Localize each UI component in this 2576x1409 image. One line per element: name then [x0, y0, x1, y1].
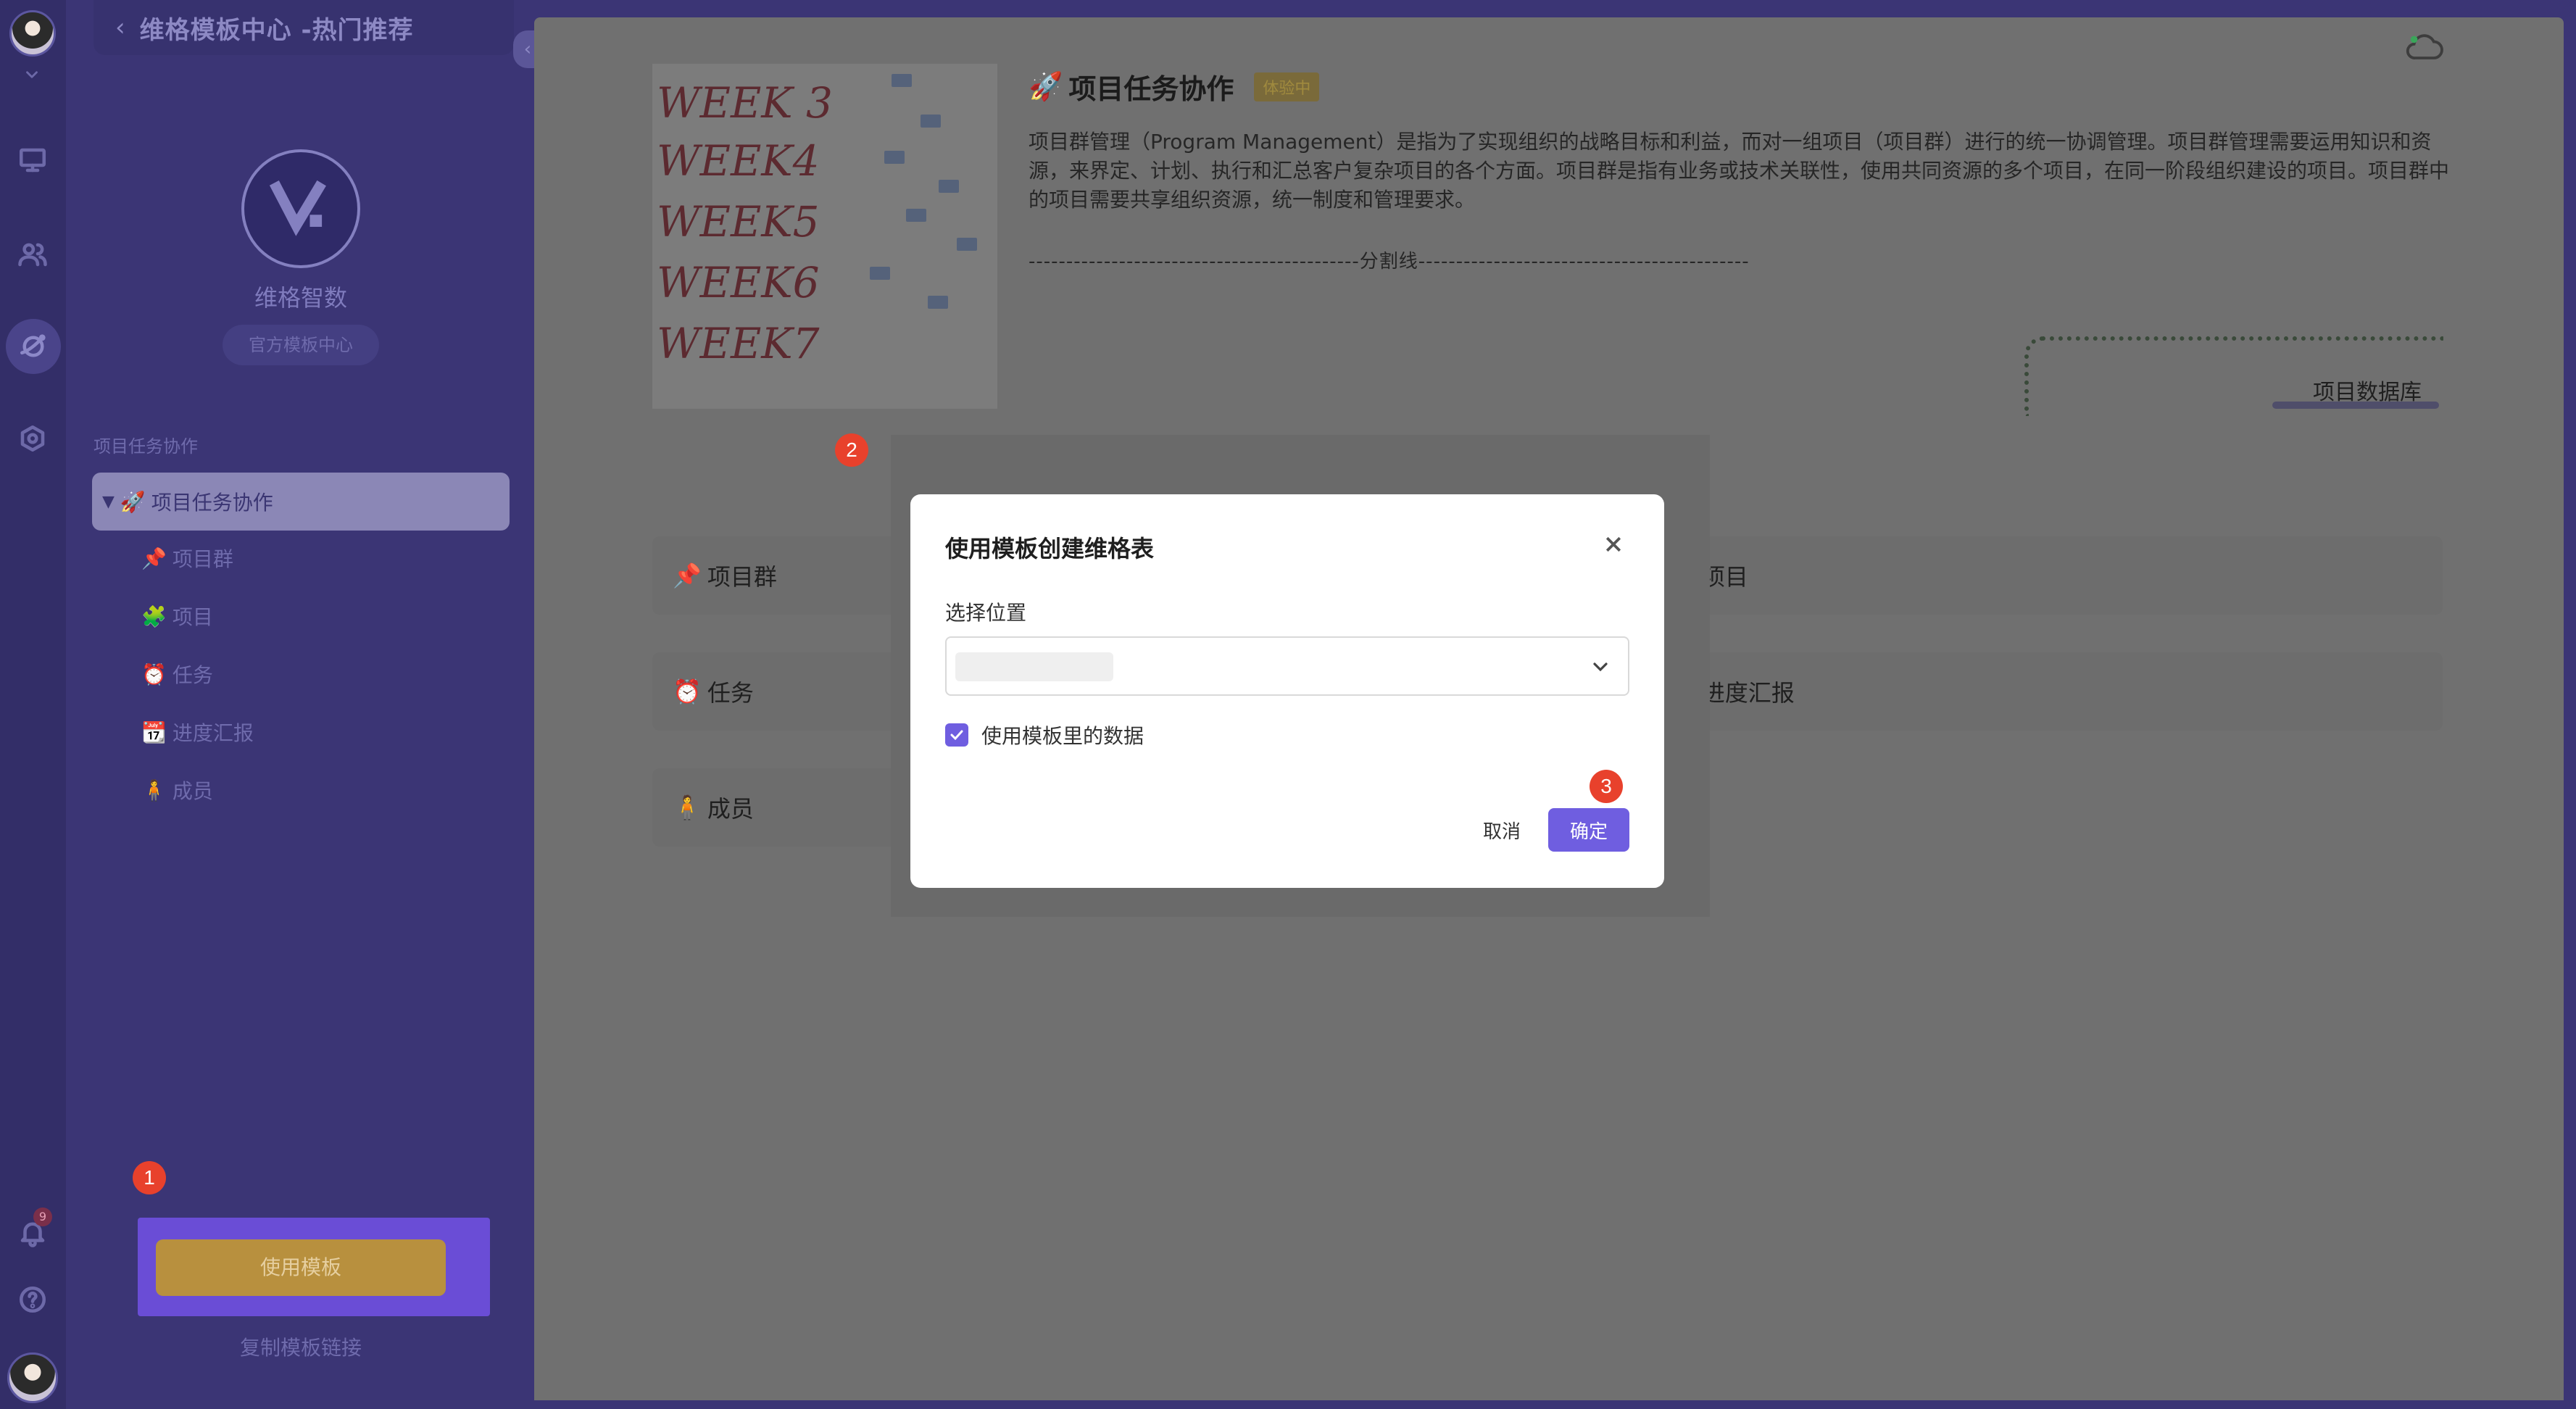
close-dialog-button[interactable] — [1599, 531, 1628, 560]
location-value-blurred — [955, 652, 1113, 681]
brand-tag: 官方模板中心 — [223, 325, 379, 365]
sidebar-section-label: 项目任务协作 — [94, 436, 198, 457]
tree-root-item[interactable]: ▼ 🚀 项目任务协作 — [92, 473, 510, 531]
table-card-label: 项目群 — [707, 563, 777, 591]
tree-item-label: 进度汇报 — [172, 721, 254, 745]
use-data-label: 使用模板里的数据 — [981, 724, 1144, 748]
tree-item-label: 项目群 — [172, 547, 233, 571]
table-card-project[interactable]: 🧩 项目 — [1631, 536, 2443, 615]
table-card-progress-report[interactable]: 📆 进度汇报 — [1631, 652, 2443, 731]
project-icon: 🧩 — [141, 604, 167, 628]
template-title: 🚀 项目任务协作 体验中 — [1029, 67, 1320, 107]
sidebar-header: ‹ 维格模板中心 -热门推荐 — [94, 0, 514, 55]
cover-text: WEEK6 — [657, 258, 820, 307]
status-badge: 体验中 — [1254, 72, 1320, 101]
checkbox-checked[interactable] — [945, 723, 968, 747]
person-icon: 🧍 — [141, 778, 167, 802]
tree-item-label: 任务 — [172, 663, 213, 687]
tree-item-project-group[interactable]: 📌 项目群 — [141, 536, 233, 580]
cloud-sync-icon[interactable] — [2401, 23, 2448, 70]
monitor-icon[interactable] — [14, 142, 51, 178]
cover-text: WEEK4 — [657, 136, 820, 186]
calendar-icon: 📆 — [141, 720, 167, 744]
template-description: 项目群管理（Program Management）是指为了实现组织的战略目标和利… — [1029, 130, 2450, 212]
brand-name: 维格智数 — [254, 284, 347, 312]
create-sheet-dialog: 使用模板创建维格表 选择位置 使用模板里的数据 取消 确定 — [910, 494, 1664, 888]
template-cover-image: WEEK 3 WEEK4 WEEK5 WEEK6 WEEK7 — [652, 64, 997, 409]
table-card-label: 进度汇报 — [1701, 679, 1795, 707]
close-icon — [1605, 536, 1621, 552]
table-card-label: 成员 — [707, 795, 754, 823]
tree-item-progress-report[interactable]: 📆 进度汇报 — [141, 710, 254, 754]
workspace-avatar[interactable] — [9, 10, 56, 57]
chevron-down-icon — [1593, 662, 1608, 672]
step-marker-2: 2 — [835, 433, 868, 467]
cover-text: WEEK7 — [657, 319, 820, 368]
user-avatar[interactable] — [7, 1352, 58, 1403]
caret-down-icon[interactable]: ▼ — [102, 493, 115, 511]
tree-item-label: 成员 — [172, 779, 213, 803]
template-title-text: 项目任务协作 — [1068, 73, 1234, 105]
rocket-icon: 🚀 — [1029, 70, 1063, 102]
database-tab-underline — [2272, 402, 2439, 409]
cover-text: WEEK5 — [657, 197, 820, 246]
template-center-icon[interactable] — [6, 319, 61, 374]
sidebar-title: 维格模板中心 -热门推荐 — [139, 15, 414, 45]
tree-item-task[interactable]: ⏰ 任务 — [141, 652, 213, 696]
rocket-icon: 🚀 — [120, 489, 146, 514]
tree-item-project[interactable]: 🧩 项目 — [141, 594, 213, 638]
pushpin-icon: 📌 — [141, 546, 167, 570]
table-card-label: 任务 — [707, 679, 754, 707]
alarm-clock-icon: ⏰ — [141, 662, 167, 686]
cover-text: WEEK 3 — [657, 78, 833, 128]
template-sidebar: ‹ 维格模板中心 -热门推荐 ‹ 维格智数 官方模板中心 项目任务协作 ▼ 🚀 … — [66, 0, 542, 1409]
step-marker-3: 3 — [1590, 770, 1623, 803]
check-icon — [950, 730, 963, 741]
dialog-title: 使用模板创建维格表 — [945, 535, 1155, 562]
divider-text: ----------------------------------------… — [1029, 251, 1750, 273]
members-icon[interactable] — [14, 236, 51, 273]
use-template-button[interactable]: 使用模板 — [156, 1239, 446, 1296]
location-label: 选择位置 — [945, 601, 1027, 625]
vika-logo-icon — [269, 180, 326, 236]
tree-root-label: 项目任务协作 — [151, 491, 273, 515]
icon-rail: 9 — [0, 0, 66, 1409]
notification-badge: 9 — [33, 1208, 52, 1226]
copy-template-link[interactable]: 复制模板链接 — [66, 1332, 536, 1361]
chevron-down-icon[interactable] — [19, 64, 45, 86]
settings-icon[interactable] — [14, 420, 51, 457]
location-select[interactable] — [945, 636, 1629, 696]
step-marker-1: 1 — [133, 1161, 166, 1194]
pushpin-icon: 📌 — [673, 562, 702, 589]
use-data-checkbox[interactable]: 使用模板里的数据 — [945, 720, 1144, 749]
brand-logo — [241, 149, 360, 268]
alarm-clock-icon: ⏰ — [673, 678, 702, 705]
back-arrow-icon[interactable]: ‹ — [115, 13, 125, 42]
tree-item-members[interactable]: 🧍 成员 — [141, 768, 213, 812]
help-icon[interactable] — [14, 1281, 51, 1318]
confirm-button[interactable]: 确定 — [1548, 808, 1629, 852]
person-icon: 🧍 — [673, 794, 702, 821]
tree-item-label: 项目 — [172, 605, 213, 629]
cancel-button[interactable]: 取消 — [1467, 808, 1537, 852]
